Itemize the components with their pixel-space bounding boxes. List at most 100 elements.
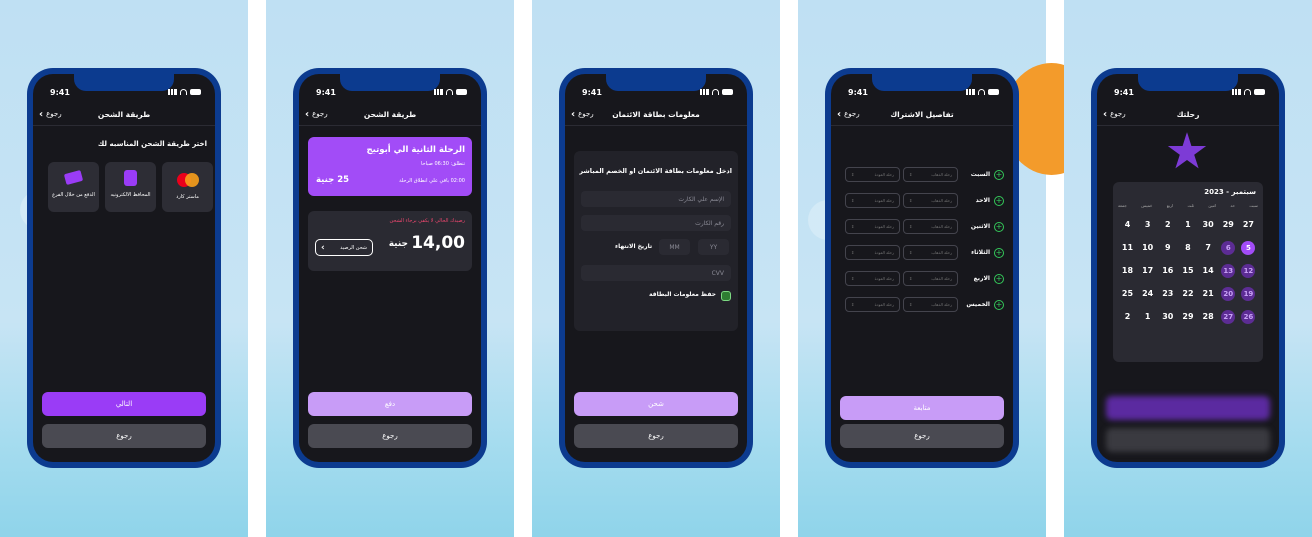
card-name-input[interactable]: الإسم علي الكارت <box>581 191 731 207</box>
go-trip-select[interactable]: ⇕ رحلة الذهاب <box>903 167 958 182</box>
back-button[interactable]: رجوع <box>840 424 1004 448</box>
continue-button[interactable]: متابعة <box>840 396 1004 420</box>
add-day-icon[interactable]: + <box>994 222 1004 232</box>
expiry-month-input[interactable]: MM <box>659 239 690 255</box>
phone-1: 9:41 ‹ رجوع طريقة الشحن اختر طريقة الشحن … <box>27 68 221 468</box>
calendar-day[interactable]: 4 <box>1118 217 1137 233</box>
calendar-day[interactable]: 24 <box>1138 286 1157 302</box>
page-title: رحلتك <box>1176 110 1200 119</box>
card-number-input[interactable]: رقم الكارت <box>581 215 731 231</box>
add-day-icon[interactable]: + <box>994 248 1004 258</box>
add-day-icon[interactable]: + <box>994 274 1004 284</box>
calendar-day[interactable]: 20 <box>1219 286 1238 302</box>
calendar-day[interactable]: 23 <box>1158 286 1177 302</box>
weekday-row: سبت حد اثنين ثلث اربع خميس جمعة <box>1118 203 1258 208</box>
calendar-day[interactable]: 2 <box>1118 309 1137 325</box>
back-button[interactable]: رجوع <box>574 424 738 448</box>
day-label: الاحد <box>975 197 990 204</box>
calendar-day[interactable]: 6 <box>1219 240 1238 256</box>
calendar-day[interactable]: 13 <box>1219 263 1238 279</box>
calendar-day[interactable]: 15 <box>1178 263 1197 279</box>
calendar-day[interactable]: 10 <box>1138 240 1157 256</box>
save-card-checkbox[interactable] <box>721 291 731 301</box>
blurred-secondary-button[interactable] <box>1106 428 1270 452</box>
blurred-primary-button[interactable] <box>1106 396 1270 420</box>
trip-card: الرحلة الثانية الي أبوتيج تنطلق: 06:30 ص… <box>308 137 472 196</box>
day-label: الاربع <box>973 275 990 282</box>
trip-remaining: 02:00 باقي علي انطلاق الرحلة <box>399 178 465 184</box>
go-trip-select[interactable]: ⇕ رحلة الذهاب <box>903 297 958 312</box>
go-trip-select[interactable]: ⇕ رحلة الذهاب <box>903 219 958 234</box>
calendar-day[interactable]: 19 <box>1239 286 1258 302</box>
calendar-day[interactable]: 26 <box>1239 309 1258 325</box>
calendar-day[interactable]: 22 <box>1178 286 1197 302</box>
balance-card: رصيدك الحالي لا يكفي برجاء الشحن 14,00 ج… <box>308 211 472 271</box>
phone-3: 9:41 ‹ رجوع معلومات بطاقة الائتمان ادخل م… <box>559 68 753 468</box>
calendar-day[interactable]: 16 <box>1158 263 1177 279</box>
chevron-updown-icon: ⇕ <box>909 250 913 255</box>
calendar-day[interactable]: 17 <box>1138 263 1157 279</box>
calendar-day[interactable]: 2 <box>1158 217 1177 233</box>
return-trip-select[interactable]: ⇕ رحلة العودة <box>845 245 900 260</box>
calendar-day[interactable]: 27 <box>1239 217 1258 233</box>
calendar-day[interactable]: 9 <box>1158 240 1177 256</box>
chevron-updown-icon: ⇕ <box>851 276 855 281</box>
calendar-day[interactable]: 11 <box>1118 240 1137 256</box>
calendar-day[interactable]: 3 <box>1138 217 1157 233</box>
calendar-day[interactable]: 30 <box>1199 217 1218 233</box>
option-mastercard[interactable]: ماستر كارد <box>162 162 213 212</box>
calendar-day[interactable]: 5 <box>1239 240 1258 256</box>
return-trip-select[interactable]: ⇕ رحلة العودة <box>845 167 900 182</box>
calendar-day[interactable]: 18 <box>1118 263 1137 279</box>
return-trip-select[interactable]: ⇕ رحلة العودة <box>845 297 900 312</box>
calendar-day[interactable]: 28 <box>1199 309 1218 325</box>
return-trip-select[interactable]: ⇕ رحلة العودة <box>845 271 900 286</box>
calendar-day-number: 21 <box>1202 289 1214 298</box>
day-row: + السبت ⇕ رحلة الذهاب ⇕ رحلة العودة <box>840 167 1004 185</box>
option-branch-pay[interactable]: الدفع من خلال الفرع <box>48 162 99 212</box>
trip-price: 25 جنية <box>316 175 350 185</box>
calendar-day[interactable]: 8 <box>1178 240 1197 256</box>
weekday-label: اربع <box>1166 203 1174 208</box>
calendar-day[interactable]: 21 <box>1199 286 1218 302</box>
add-day-icon[interactable]: + <box>994 196 1004 206</box>
add-day-icon[interactable]: + <box>994 300 1004 310</box>
form-heading: ادخل معلومات بطاقة الائتمان او الخصم الم… <box>579 167 732 175</box>
cvv-input[interactable]: CVV <box>581 265 731 281</box>
option-e-wallet[interactable]: المحافظ الالكترونيه <box>105 162 156 212</box>
pay-button[interactable]: دفع <box>308 392 472 416</box>
chevron-updown-icon: ⇕ <box>851 302 855 307</box>
add-day-icon[interactable]: + <box>994 170 1004 180</box>
calendar-day[interactable]: 12 <box>1239 263 1258 279</box>
calendar-day[interactable]: 7 <box>1199 240 1218 256</box>
calendar-day[interactable]: 27 <box>1219 309 1238 325</box>
go-trip-select[interactable]: ⇕ رحلة الذهاب <box>903 271 958 286</box>
calendar-day[interactable]: 29 <box>1219 217 1238 233</box>
calendar-month: 2023 - سبتمبر <box>1204 188 1256 196</box>
charge-button[interactable]: شحن <box>574 392 738 416</box>
calendar-day[interactable]: 14 <box>1199 263 1218 279</box>
star-icon <box>1167 132 1207 169</box>
go-trip-select[interactable]: ⇕ رحلة الذهاب <box>903 245 958 260</box>
chevron-updown-icon: ⇕ <box>909 172 913 177</box>
calendar-day[interactable]: 1 <box>1178 217 1197 233</box>
calendar-day-number: 19 <box>1241 286 1256 301</box>
expiry-year-input[interactable]: YY <box>698 239 729 255</box>
return-trip-select[interactable]: ⇕ رحلة العودة <box>845 193 900 208</box>
charge-balance-button[interactable]: ‹ شحن الرصيد <box>315 239 373 256</box>
calendar-week: 27 29 30 1 2 3 4 <box>1118 213 1258 236</box>
page-title: طريقة الشحن <box>97 110 151 119</box>
next-button[interactable]: التالي <box>42 392 206 416</box>
back-button[interactable]: رجوع <box>42 424 206 448</box>
card-form: ادخل معلومات بطاقة الائتمان او الخصم الم… <box>574 151 738 331</box>
page-title: معلومات بطاقة الائتمان <box>612 110 700 119</box>
expiry-label: تاريخ الانتهاء <box>615 243 653 250</box>
back-button[interactable]: رجوع <box>308 424 472 448</box>
calendar-day[interactable]: 29 <box>1178 309 1197 325</box>
calendar-day[interactable]: 25 <box>1118 286 1137 302</box>
calendar-day[interactable]: 30 <box>1158 309 1177 325</box>
return-trip-select[interactable]: ⇕ رحلة العودة <box>845 219 900 234</box>
go-trip-select[interactable]: ⇕ رحلة الذهاب <box>903 193 958 208</box>
calendar-day-number: 30 <box>1202 220 1214 229</box>
calendar-day[interactable]: 1 <box>1138 309 1157 325</box>
